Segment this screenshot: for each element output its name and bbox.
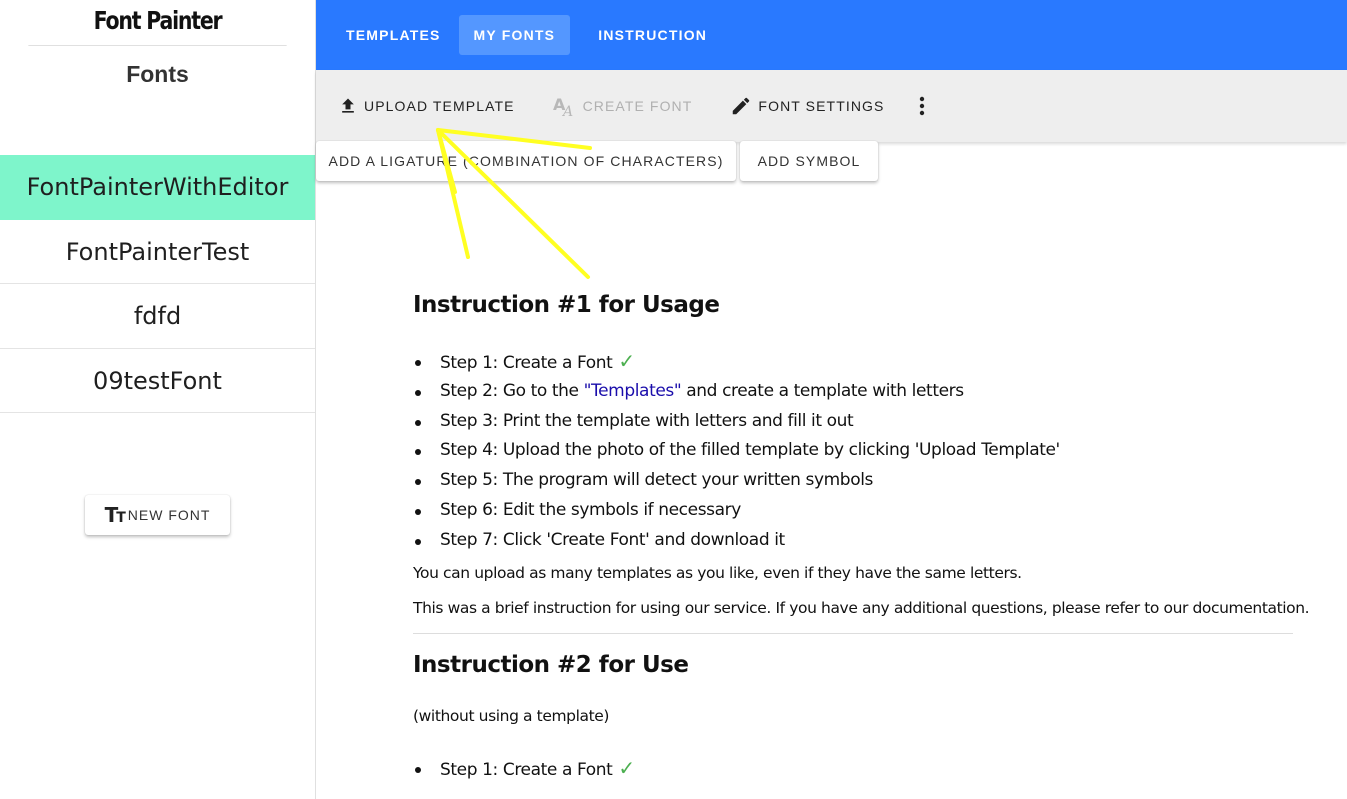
font-settings-button[interactable]: FONT SETTINGS — [730, 86, 884, 126]
fonts-heading: Fonts — [126, 61, 189, 87]
tab-templates[interactable]: TEMPLATES — [331, 15, 456, 55]
list-item: Step 5: The program will detect your wri… — [413, 466, 1293, 496]
list-item: Step 2: Go to the "Templates" and create… — [413, 377, 1293, 407]
app-title: Font Painter — [28, 0, 287, 46]
instruction-2-title: Instruction #2 for Use — [413, 651, 689, 678]
font-item-09testfont[interactable]: 09testFont — [0, 349, 315, 413]
sidebar: Font Painter Fonts FontPainterWithEditor… — [0, 0, 316, 799]
list-item: Step 1: Create a Font ✓ — [413, 347, 1293, 377]
list-item: Step 4: Upload the photo of the filled t… — [413, 436, 1293, 466]
upload-note: You can upload as many templates as you … — [413, 563, 1022, 582]
new-font-button[interactable]: TT NEW FONT — [85, 495, 230, 535]
instruction-1-title: Instruction #1 for Usage — [413, 292, 720, 318]
app-root: Font Painter Fonts FontPainterWithEditor… — [0, 0, 1347, 799]
more-vert-icon — [920, 96, 925, 116]
upload-icon — [342, 98, 354, 113]
list-item: Step 1: Create a Font ✓ — [413, 754, 1293, 784]
tab-my-fonts[interactable]: MY FONTS — [458, 15, 571, 55]
add-ligature-button[interactable]: ADD A LIGATURE (COMBINATION OF CHARACTER… — [316, 141, 736, 181]
font-item-fdfd[interactable]: fdfd — [0, 284, 315, 349]
svg-text:A: A — [561, 104, 574, 117]
instruction-2-subtitle: (without using a template) — [413, 706, 610, 725]
font-item-fontpainterwitheditor[interactable]: FontPainterWithEditor — [0, 155, 315, 220]
templates-link[interactable]: "Templates" — [584, 381, 682, 401]
font-list: FontPainterWithEditor FontPainterTest fd… — [0, 155, 315, 413]
instruction-2-steps: Step 1: Create a Font ✓ — [413, 754, 1293, 784]
new-font-label: NEW FONT — [127, 507, 211, 523]
tab-instruction[interactable]: INSTRUCTION — [583, 15, 722, 55]
instruction-content: Instruction #1 for Usage Step 1: Create … — [413, 285, 1310, 784]
font-a-icon: A A — [553, 95, 574, 117]
create-font-label: CREATE FONT — [582, 98, 693, 114]
list-item: Step 7: Click 'Create Font' and download… — [413, 526, 1293, 556]
upload-template-button[interactable]: UPLOAD TEMPLATE — [338, 86, 515, 126]
documentation-note: This was a brief instruction for using o… — [413, 598, 1310, 617]
check-icon: ✓ — [618, 349, 635, 373]
top-nav: TEMPLATES MY FONTS INSTRUCTION — [316, 0, 1347, 70]
font-item-fontpaintertest[interactable]: FontPainterTest — [0, 220, 315, 284]
check-icon: ✓ — [618, 755, 635, 780]
list-item: Step 3: Print the template with letters … — [413, 407, 1293, 437]
toolbar: UPLOAD TEMPLATE A A CREATE FONT FONT SET… — [316, 70, 1347, 142]
text-fields-icon: TT — [104, 503, 126, 527]
list-item: Step 6: Edit the symbols if necessary — [413, 496, 1293, 526]
instruction-1-steps: Step 1: Create a Font ✓ Step 2: Go to the… — [413, 347, 1293, 556]
add-symbol-button[interactable]: ADD SYMBOL — [740, 141, 878, 181]
create-font-button[interactable]: A A CREATE FONT — [553, 86, 693, 126]
font-settings-label: FONT SETTINGS — [758, 98, 885, 114]
more-options-button[interactable] — [912, 86, 932, 126]
pencil-icon — [733, 97, 750, 115]
upload-template-label: UPLOAD TEMPLATE — [364, 98, 515, 114]
section-divider — [413, 632, 1293, 634]
